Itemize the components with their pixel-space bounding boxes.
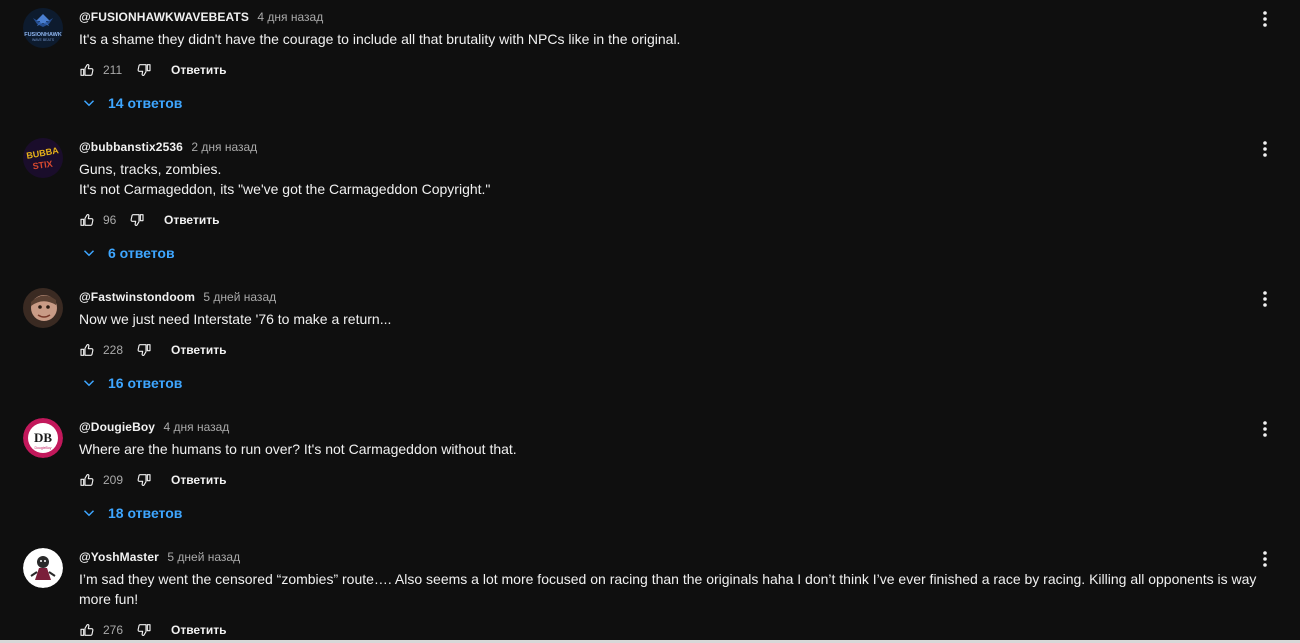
thumbs-up-icon: [80, 624, 94, 636]
comments-page: FUSIONHAWK WAVE BEATS @FUSIONHAWKWAVEBEA…: [0, 0, 1300, 643]
avatar-brand-subtext: DougieBoy: [34, 446, 51, 450]
fusionhawk-avatar-icon: FUSIONHAWK WAVE BEATS: [23, 8, 63, 48]
comment-text: It's a shame they didn't have the courag…: [79, 29, 1289, 49]
comment-header: @DougieBoy 4 дня назад: [79, 418, 229, 436]
avatar-brand-text: DB: [34, 430, 52, 445]
avatar[interactable]: [23, 548, 63, 588]
comment-actions: 96 Ответить: [78, 208, 219, 232]
comment-menu-button[interactable]: [1256, 548, 1274, 570]
comment-header: @Fastwinstondoom 5 дней назад: [79, 288, 276, 306]
comment-menu-button[interactable]: [1256, 418, 1274, 440]
replies-count-label: 18 ответов: [108, 505, 183, 521]
comment-menu-button[interactable]: [1256, 138, 1274, 160]
dislike-button[interactable]: [135, 621, 153, 639]
avatar-brand-subtext: WAVE BEATS: [32, 38, 55, 42]
reply-button[interactable]: Ответить: [164, 213, 219, 227]
reply-button[interactable]: Ответить: [171, 623, 226, 637]
thumbs-up-icon: [80, 474, 94, 486]
avatar[interactable]: DB DougieBoy: [23, 418, 63, 458]
dislike-button[interactable]: [135, 471, 153, 489]
like-button[interactable]: [78, 341, 96, 359]
like-button[interactable]: [78, 471, 96, 489]
reply-button[interactable]: Ответить: [171, 63, 226, 77]
replies-toggle[interactable]: 14 ответов: [80, 92, 182, 114]
avatar[interactable]: [23, 288, 63, 328]
comment-time[interactable]: 4 дня назад: [164, 420, 230, 434]
thumbs-up-icon: [80, 64, 94, 76]
more-vert-icon: [1263, 11, 1267, 27]
reply-button[interactable]: Ответить: [171, 343, 226, 357]
comment-menu-button[interactable]: [1256, 288, 1274, 310]
like-button[interactable]: [78, 621, 96, 639]
comment-header: @bubbanstix2536 2 дня назад: [79, 138, 257, 156]
comment-line: Guns, tracks, zombies.: [79, 161, 222, 177]
chevron-down-icon: [83, 510, 95, 517]
portrait-avatar-icon: [23, 288, 63, 328]
comment-author[interactable]: @bubbanstix2536: [79, 140, 183, 154]
comment-time[interactable]: 4 дня назад: [257, 10, 323, 24]
bubbanstix-avatar-icon: BUBBA STIX: [23, 138, 63, 178]
comment-actions: 228 Ответить: [78, 338, 226, 362]
replies-count-label: 6 ответов: [108, 245, 175, 261]
comment-line: It's a shame they didn't have the courag…: [79, 31, 681, 47]
thumbs-down-icon: [130, 214, 144, 226]
comment-line: It's not Carmageddon, its "we've got the…: [79, 181, 491, 197]
comment-header: @YoshMaster 5 дней назад: [79, 548, 240, 566]
comment-time[interactable]: 2 дня назад: [191, 140, 257, 154]
comment-text: Guns, tracks, zombies. It's not Carmaged…: [79, 159, 1289, 199]
chevron-down-icon: [83, 100, 95, 107]
avatar[interactable]: BUBBA STIX: [23, 138, 63, 178]
comment-author[interactable]: @Fastwinstondoom: [79, 290, 195, 304]
thumbs-up-icon: [80, 214, 94, 226]
like-count: 96: [103, 213, 117, 227]
replies-toggle[interactable]: 18 ответов: [80, 502, 182, 524]
like-count: 211: [103, 63, 123, 77]
like-button[interactable]: [78, 61, 96, 79]
replies-count-label: 16 ответов: [108, 375, 183, 391]
comment-actions: 209 Ответить: [78, 468, 226, 492]
comment-line: Now we just need Interstate '76 to make …: [79, 311, 392, 327]
character-avatar-icon: [23, 548, 63, 588]
comment-line: I’m sad they went the censored “zombies”…: [79, 571, 1261, 607]
replies-count-label: 14 ответов: [108, 95, 183, 111]
comment-author[interactable]: @DougieBoy: [79, 420, 155, 434]
comment-actions: 276 Ответить: [78, 618, 226, 642]
thumbs-up-icon: [80, 344, 94, 356]
reply-button[interactable]: Ответить: [171, 473, 226, 487]
more-vert-icon: [1263, 421, 1267, 437]
like-count: 209: [103, 473, 124, 487]
dislike-button[interactable]: [135, 61, 153, 79]
more-vert-icon: [1263, 291, 1267, 307]
thumbs-down-icon: [137, 344, 151, 356]
thumbs-down-icon: [137, 624, 151, 636]
thumbs-down-icon: [137, 474, 151, 486]
dislike-button[interactable]: [135, 341, 153, 359]
comment-actions: 211 Ответить: [78, 58, 226, 82]
comment-line: Where are the humans to run over? It's n…: [79, 441, 517, 457]
avatar[interactable]: FUSIONHAWK WAVE BEATS: [23, 8, 63, 48]
comment-author[interactable]: @YoshMaster: [79, 550, 159, 564]
comment-text: Where are the humans to run over? It's n…: [79, 439, 1289, 459]
comment-author[interactable]: @FUSIONHAWKWAVEBEATS: [79, 10, 249, 24]
comment-header: @FUSIONHAWKWAVEBEATS 4 дня назад: [79, 8, 323, 26]
comment-time[interactable]: 5 дней назад: [167, 550, 240, 564]
chevron-down-icon: [83, 380, 95, 387]
replies-toggle[interactable]: 16 ответов: [80, 372, 182, 394]
comment-menu-button[interactable]: [1256, 8, 1274, 30]
more-vert-icon: [1263, 141, 1267, 157]
chevron-down-icon: [83, 250, 95, 257]
more-vert-icon: [1263, 551, 1267, 567]
comment-text: Now we just need Interstate '76 to make …: [79, 309, 1289, 329]
like-button[interactable]: [78, 211, 96, 229]
thumbs-down-icon: [137, 64, 151, 76]
replies-toggle[interactable]: 6 ответов: [80, 242, 175, 264]
comment-text: I’m sad they went the censored “zombies”…: [79, 569, 1289, 609]
like-count: 276: [103, 623, 124, 637]
comment-time[interactable]: 5 дней назад: [203, 290, 276, 304]
dislike-button[interactable]: [128, 211, 146, 229]
db-logo-avatar-icon: DB DougieBoy: [23, 418, 63, 458]
like-count: 228: [103, 343, 124, 357]
